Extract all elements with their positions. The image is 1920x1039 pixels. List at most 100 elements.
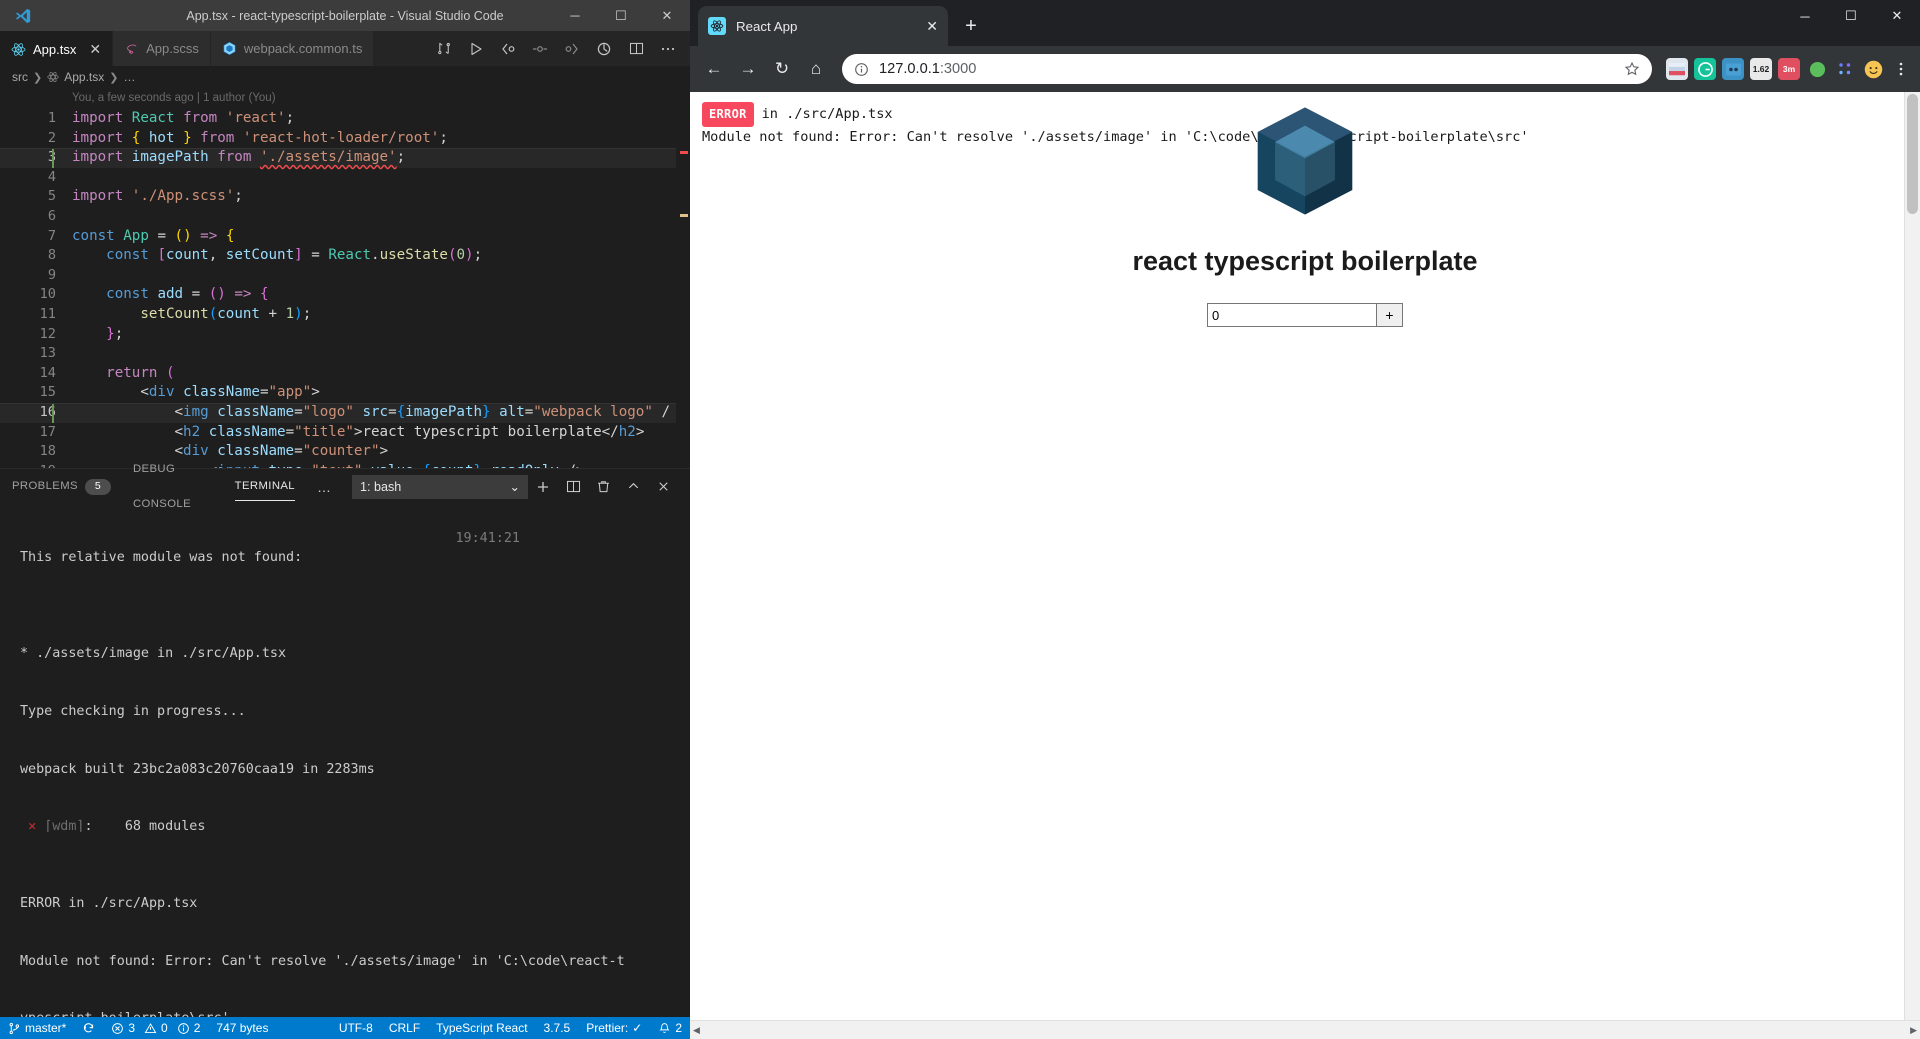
vertical-scrollbar[interactable] — [1904, 92, 1920, 1021]
status-eol[interactable]: CRLF — [381, 1017, 428, 1039]
line-number: 7 — [47, 227, 56, 244]
chrome-menu-icon[interactable] — [1890, 58, 1912, 80]
maximize-button[interactable]: ☐ — [1828, 0, 1874, 32]
terminal-output[interactable]: 19:41:21 This relative module was not fo… — [0, 504, 690, 1039]
panel-more-icon[interactable]: … — [317, 479, 332, 495]
terminal-line: webpack built 23bc2a083c20760caa19 in 22… — [20, 761, 375, 777]
terminal-select[interactable]: 1: bash ⌄ — [352, 474, 528, 499]
minimize-button[interactable]: ─ — [552, 0, 598, 31]
address-bar[interactable]: 127.0.0.1:3000 — [842, 54, 1652, 84]
scrollbar-thumb[interactable] — [1907, 94, 1918, 214]
forward-button[interactable]: → — [732, 53, 764, 85]
browser-window-controls: ─ ☐ ✕ — [1782, 0, 1920, 32]
clockify-label: 3m — [1782, 64, 1796, 74]
home-button[interactable]: ⌂ — [800, 53, 832, 85]
editor-tab-app-scss[interactable]: App.scss — [113, 31, 211, 66]
debug-back-icon[interactable] — [492, 31, 524, 66]
code-line: 15 <div className="app"> — [0, 383, 690, 403]
code-line-current: 3import imagePath from './assets/image'; — [0, 148, 690, 168]
line-number: 16 — [39, 403, 56, 420]
status-notifications[interactable]: 2 — [650, 1017, 690, 1039]
close-button[interactable]: ✕ — [1874, 0, 1920, 32]
debug-forward-icon[interactable] — [556, 31, 588, 66]
star-icon[interactable] — [1624, 61, 1640, 77]
grammarly-extension-icon[interactable] — [1694, 58, 1716, 80]
status-ts-version[interactable]: 3.7.5 — [536, 1017, 579, 1039]
timer-label: 1.62 — [1752, 64, 1770, 74]
editor-tab-app-tsx[interactable]: App.tsx ✕ — [0, 31, 114, 66]
increment-button[interactable]: + — [1377, 303, 1403, 327]
status-branch-label: master* — [25, 1021, 67, 1035]
error-header-text: in ./src/App.tsx — [761, 106, 893, 122]
code-editor[interactable]: You, a few seconds ago | 1 author (You) … — [0, 88, 690, 482]
minimap-change-marker — [680, 214, 688, 217]
close-icon[interactable]: ✕ — [89, 42, 101, 56]
clockify-extension-icon[interactable]: 3m — [1778, 58, 1800, 80]
editor-tab-label: webpack.common.ts — [243, 41, 363, 56]
reload-button[interactable]: ↻ — [766, 53, 798, 85]
timer-extension-icon[interactable]: 1.62 — [1750, 58, 1772, 80]
status-encoding[interactable]: UTF-8 — [331, 1017, 381, 1039]
wdm-label: ⌈wdm⌉ — [44, 819, 85, 835]
code-line: 11 setCount(count + 1); — [0, 305, 690, 325]
debug-coverage-icon[interactable] — [588, 31, 620, 66]
notification-count: 2 — [675, 1021, 682, 1035]
line-number: 2 — [47, 129, 56, 146]
horizontal-scrollbar[interactable]: ◀ ▶ — [690, 1020, 1920, 1039]
maximize-button[interactable]: ☐ — [598, 0, 644, 31]
maximize-panel-icon[interactable] — [618, 469, 648, 504]
code-lines[interactable]: 1 import React from 'react'; 2 import { ho… — [0, 109, 690, 481]
status-sync[interactable] — [74, 1017, 103, 1039]
warning-count: 0 — [161, 1021, 168, 1035]
status-language[interactable]: TypeScript React — [428, 1017, 535, 1039]
new-terminal-icon[interactable] — [528, 469, 558, 504]
status-problems[interactable]: 3 0 2 — [103, 1017, 208, 1039]
profile-avatar-icon[interactable] — [1862, 58, 1884, 80]
breadcrumb-file[interactable]: App.tsx — [64, 70, 104, 84]
code-line: 1 import React from 'react'; — [0, 109, 690, 129]
panel-tab-problems[interactable]: PROBLEMS 5 — [12, 469, 111, 504]
breadcrumb-more[interactable]: … — [123, 70, 135, 84]
back-button[interactable]: ← — [698, 53, 730, 85]
url-text[interactable]: 127.0.0.1:3000 — [879, 61, 1614, 77]
green-dot-extension-icon[interactable] — [1806, 58, 1828, 80]
scroll-right-arrow-icon[interactable]: ▶ — [1910, 1025, 1917, 1036]
translate-extension-icon[interactable] — [1666, 58, 1688, 80]
react-icon — [47, 71, 59, 83]
run-icon[interactable] — [460, 31, 492, 66]
kill-terminal-icon[interactable] — [588, 469, 618, 504]
browser-tab-react-app[interactable]: React App ✕ — [698, 6, 948, 46]
browser-toolbar: ← → ↻ ⌂ 127.0.0.1:3000 1.62 3m — [690, 46, 1920, 92]
status-formatter[interactable]: Prettier: ✓ — [578, 1017, 650, 1039]
browser-tabstrip: React App ✕ + ─ ☐ ✕ — [690, 0, 1920, 46]
bottom-panel: PROBLEMS 5 DEBUG CONSOLE TERMINAL … 1: b… — [0, 463, 690, 1026]
split-diff-icon[interactable] — [428, 31, 460, 66]
new-tab-button[interactable]: + — [954, 9, 988, 43]
status-branch[interactable]: master* — [0, 1017, 74, 1039]
scroll-left-arrow-icon[interactable]: ◀ — [693, 1025, 700, 1036]
breadcrumb-root[interactable]: src — [12, 70, 28, 84]
line-number: 5 — [47, 188, 56, 205]
page-title: react typescript boilerplate — [1132, 246, 1478, 276]
more-actions-icon[interactable] — [652, 31, 684, 66]
minimap[interactable] — [676, 88, 690, 468]
minimize-button[interactable]: ─ — [1782, 0, 1828, 32]
close-icon[interactable]: ✕ — [926, 18, 938, 35]
close-panel-icon[interactable] — [648, 469, 678, 504]
split-editor-icon[interactable] — [620, 31, 652, 66]
apps-grid-icon[interactable] — [1834, 58, 1856, 80]
debug-step-icon[interactable] — [524, 31, 556, 66]
line-number: 14 — [39, 364, 56, 381]
panel-tab-debug-console[interactable]: DEBUG CONSOLE — [133, 463, 213, 510]
split-terminal-icon[interactable] — [558, 469, 588, 504]
editor-tab-webpack-common-ts[interactable]: webpack.common.ts — [210, 31, 375, 66]
counter-input[interactable] — [1207, 303, 1377, 327]
webpack-icon — [222, 41, 237, 56]
panel-tab-terminal[interactable]: TERMINAL — [234, 469, 296, 504]
react-devtools-icon[interactable] — [1722, 58, 1744, 80]
line-number: 13 — [39, 345, 56, 362]
status-filesize[interactable]: 747 bytes — [208, 1017, 276, 1039]
code-line: 17 <h2 className="title">react typescrip… — [0, 423, 690, 443]
close-button[interactable]: ✕ — [644, 0, 690, 31]
site-info-icon[interactable] — [854, 62, 869, 77]
